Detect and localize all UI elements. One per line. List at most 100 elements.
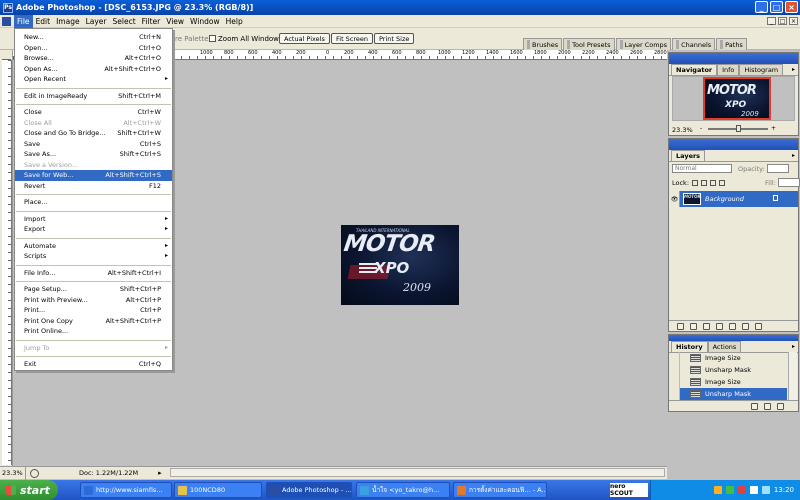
menu-view[interactable]: View bbox=[163, 15, 187, 28]
menu-edit[interactable]: Edit bbox=[33, 15, 54, 28]
menu-item-save-as[interactable]: Save As... Shift+Ctrl+S bbox=[15, 149, 172, 160]
fit-screen-button[interactable]: Fit Screen bbox=[331, 33, 374, 44]
lock-pixels-icon[interactable] bbox=[701, 179, 708, 186]
menu-help[interactable]: Help bbox=[223, 15, 246, 28]
menu-item-save[interactable]: Save Ctrl+S bbox=[15, 139, 172, 150]
menu-item-close-all[interactable]: Close All Alt+Ctrl+W bbox=[15, 118, 172, 129]
delete-layer-icon[interactable] bbox=[755, 322, 762, 330]
clock[interactable]: 13:20 bbox=[774, 486, 794, 494]
menu-item-print[interactable]: Print... Ctrl+P bbox=[15, 305, 172, 316]
menu-item-print-with-preview[interactable]: Print with Preview... Alt+Ctrl+P bbox=[15, 295, 172, 306]
menu-item-print-online[interactable]: Print Online... bbox=[15, 326, 172, 337]
history-scrollbar[interactable] bbox=[788, 352, 797, 400]
menu-item-export[interactable]: Export ▸ bbox=[15, 224, 172, 235]
history-step[interactable]: Image Size bbox=[670, 352, 787, 364]
photoshop-app-icon[interactable]: Ps bbox=[3, 2, 13, 13]
menu-item-file-info[interactable]: File Info... Alt+Shift+Ctrl+I bbox=[15, 268, 172, 279]
tab-actions[interactable]: Actions bbox=[707, 341, 742, 352]
menu-item-jump-to[interactable]: Jump To ▸ bbox=[15, 343, 172, 354]
menu-layer[interactable]: Layer bbox=[83, 15, 110, 28]
tab-layers[interactable]: Layers bbox=[671, 150, 706, 161]
palette-menu-icon[interactable]: ▸ bbox=[792, 152, 795, 159]
blend-mode-select[interactable]: Normal bbox=[672, 164, 732, 173]
menu-select[interactable]: Select bbox=[110, 15, 139, 28]
delete-state-icon[interactable] bbox=[777, 402, 784, 410]
palette-menu-icon[interactable]: ▸ bbox=[792, 343, 795, 350]
taskbar-item-settings[interactable]: การตั้งค่าและคอนฟิ... - A... bbox=[453, 482, 547, 498]
zoom-out-icon[interactable]: - bbox=[700, 125, 707, 132]
well-tab-brushes[interactable]: Brushes bbox=[523, 38, 563, 50]
taskbar-item-photoshop[interactable]: Adobe Photoshop - ... bbox=[266, 482, 352, 498]
menu-item-print-one-copy[interactable]: Print One Copy Alt+Shift+Ctrl+P bbox=[15, 316, 172, 327]
navigator-zoom-field[interactable]: 23.3% bbox=[672, 126, 693, 134]
link-layers-icon[interactable] bbox=[677, 322, 684, 330]
history-brush-source[interactable] bbox=[670, 364, 680, 376]
history-brush-source[interactable] bbox=[670, 376, 680, 388]
tray-icon[interactable] bbox=[725, 486, 734, 494]
adjustment-layer-icon[interactable] bbox=[716, 322, 723, 330]
maximize-button[interactable]: □ bbox=[770, 1, 783, 13]
print-size-button[interactable]: Print Size bbox=[374, 33, 415, 44]
menu-file[interactable]: File bbox=[14, 14, 33, 28]
tab-history[interactable]: History bbox=[671, 341, 708, 352]
status-info-icon[interactable] bbox=[30, 468, 39, 478]
taskbar-item-browser[interactable]: http://www.siamfis... bbox=[80, 482, 172, 498]
menu-item-save-a-version[interactable]: Save a Version... bbox=[15, 160, 172, 171]
menu-item-revert[interactable]: Revert F12 bbox=[15, 181, 172, 192]
well-tab-channels[interactable]: Channels bbox=[672, 38, 716, 50]
doc-close-button[interactable]: × bbox=[789, 17, 798, 25]
menu-window[interactable]: Window bbox=[187, 15, 223, 28]
status-zoom-field[interactable]: 23.3% bbox=[0, 466, 26, 480]
history-brush-source[interactable] bbox=[670, 388, 680, 400]
doc-minimize-button[interactable]: _ bbox=[767, 17, 776, 25]
navigator-thumbnail[interactable]: MOTOR XPO 2009 bbox=[703, 77, 771, 120]
menu-item-scripts[interactable]: Scripts ▸ bbox=[15, 251, 172, 262]
snapshot-icon[interactable] bbox=[764, 402, 771, 410]
tray-icon[interactable] bbox=[749, 486, 758, 494]
nero-scout-icon[interactable]: nero SCOUT bbox=[610, 483, 648, 497]
layer-style-icon[interactable] bbox=[690, 322, 697, 330]
doc-restore-button[interactable]: □ bbox=[778, 17, 787, 25]
menu-item-exit[interactable]: Exit Ctrl+Q bbox=[15, 359, 172, 370]
status-menu-arrow-icon[interactable]: ▸ bbox=[158, 469, 162, 477]
palette-titlebar[interactable] bbox=[669, 139, 798, 150]
zoom-in-icon[interactable]: + bbox=[771, 125, 778, 132]
well-tab-paths[interactable]: Paths bbox=[716, 38, 747, 50]
lock-transparent-icon[interactable] bbox=[692, 179, 699, 186]
tray-icon[interactable] bbox=[737, 486, 746, 494]
menu-item-browse[interactable]: Browse... Alt+Ctrl+O bbox=[15, 53, 172, 64]
menu-item-page-setup[interactable]: Page Setup... Shift+Ctrl+P bbox=[15, 284, 172, 295]
opacity-field[interactable] bbox=[766, 164, 789, 173]
actual-pixels-button[interactable]: Actual Pixels bbox=[279, 33, 330, 44]
well-tab-layer-comps[interactable]: Layer Comps bbox=[615, 38, 672, 50]
menu-item-open-as[interactable]: Open As... Alt+Shift+Ctrl+O bbox=[15, 64, 172, 75]
menu-item-open-recent[interactable]: Open Recent ▸ bbox=[15, 74, 172, 85]
history-step-current[interactable]: Unsharp Mask bbox=[670, 388, 787, 400]
history-step[interactable]: Unsharp Mask bbox=[670, 364, 787, 376]
history-brush-source[interactable] bbox=[670, 352, 680, 364]
layer-mask-icon[interactable] bbox=[703, 322, 710, 330]
lock-all-icon[interactable] bbox=[719, 179, 726, 186]
start-button[interactable]: start bbox=[0, 480, 58, 500]
menu-item-open[interactable]: Open... Ctrl+O bbox=[15, 43, 172, 54]
menu-item-automate[interactable]: Automate ▸ bbox=[15, 241, 172, 252]
menu-item-save-for-web[interactable]: Save for Web... Alt+Shift+Ctrl+S bbox=[15, 170, 172, 181]
taskbar-item-folder[interactable]: 100NCD80 bbox=[174, 482, 262, 498]
menu-item-edit-in-imageready[interactable]: Edit in ImageReady Shift+Ctrl+M bbox=[15, 91, 172, 102]
close-button[interactable]: × bbox=[785, 1, 798, 13]
vertical-ruler[interactable] bbox=[2, 60, 12, 465]
new-layer-icon[interactable] bbox=[742, 322, 749, 330]
lock-position-icon[interactable] bbox=[710, 179, 717, 186]
eye-icon[interactable]: 👁 bbox=[670, 191, 680, 207]
taskbar-item-chat[interactable]: น้ำใจ <yo_takro@h... bbox=[356, 482, 450, 498]
menu-item-close[interactable]: Close Ctrl+W bbox=[15, 107, 172, 118]
network-icon[interactable] bbox=[761, 486, 770, 494]
menu-filter[interactable]: Filter bbox=[139, 15, 164, 28]
horizontal-scrollbar[interactable] bbox=[170, 468, 665, 477]
new-document-from-state-icon[interactable] bbox=[751, 402, 758, 410]
layer-row-background[interactable]: 👁 MOTOR Background bbox=[670, 191, 798, 207]
well-tab-tool-presets[interactable]: Tool Presets bbox=[563, 38, 615, 50]
document-icon[interactable] bbox=[2, 17, 11, 26]
menu-item-new[interactable]: New... Ctrl+N bbox=[15, 32, 172, 43]
zoom-slider-handle[interactable] bbox=[736, 125, 741, 132]
